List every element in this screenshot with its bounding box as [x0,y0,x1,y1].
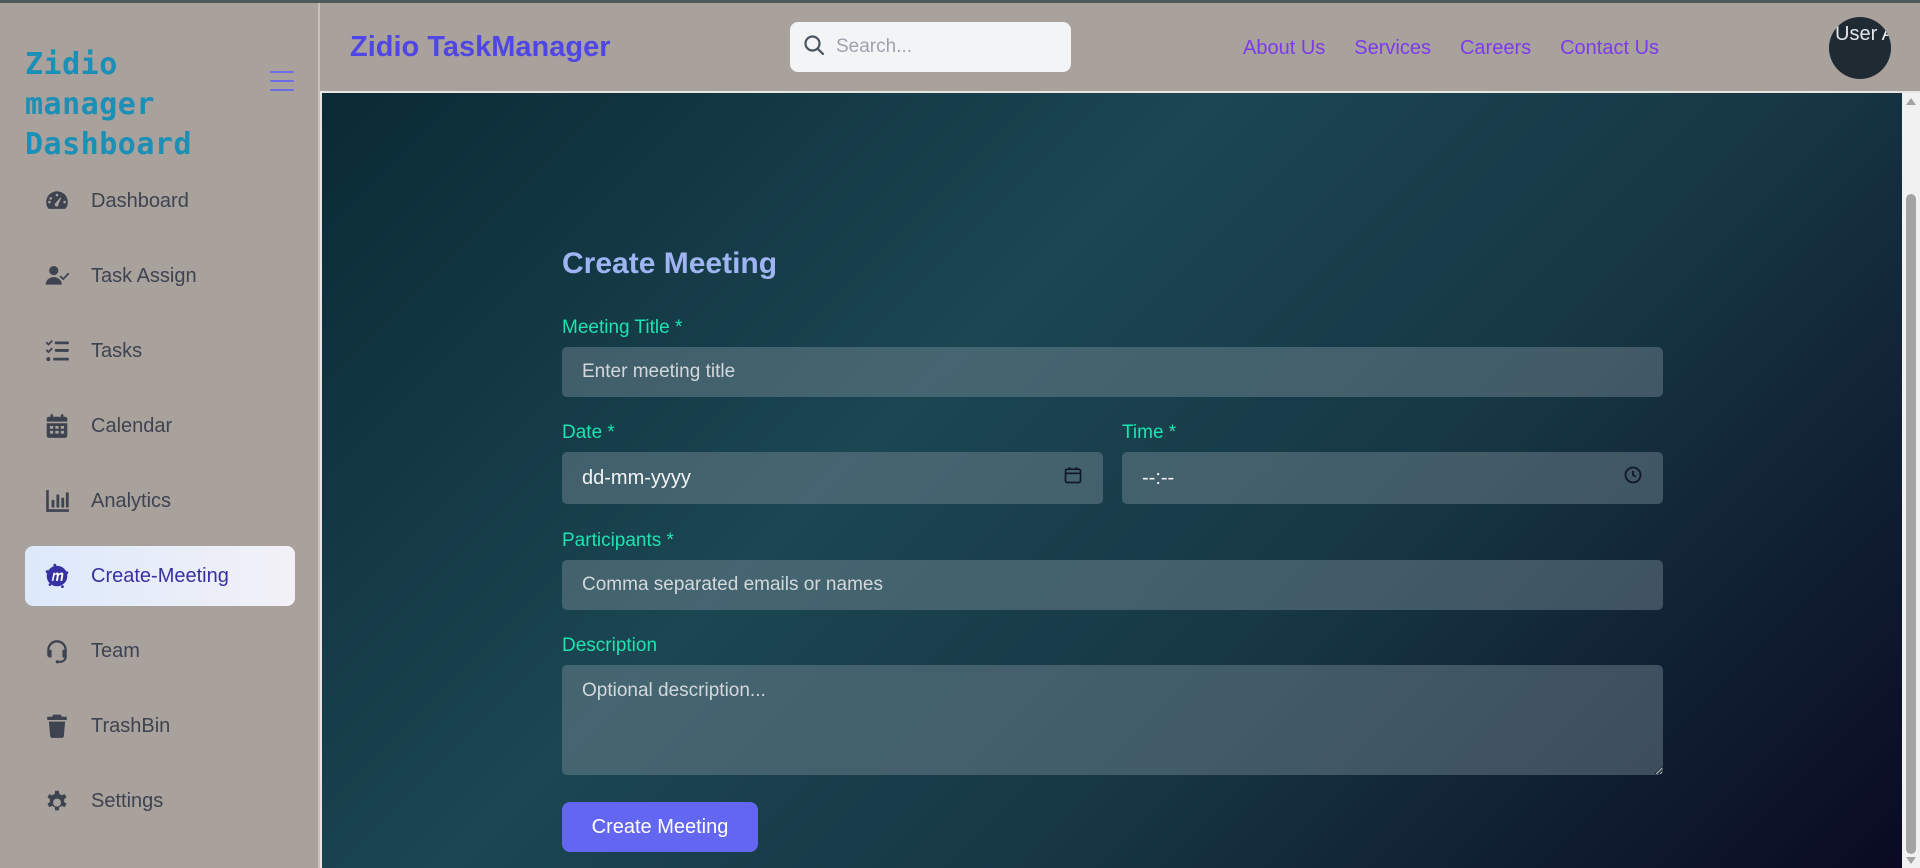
main-content: Create Meeting Meeting Title * Date * dd… [320,93,1902,868]
scroll-down-arrow-icon[interactable] [1906,857,1916,864]
create-meeting-button[interactable]: Create Meeting [562,802,758,852]
search-icon [802,33,826,62]
sidebar-item-calendar[interactable]: Calendar [25,396,295,456]
gear-icon [43,787,71,815]
date-value: dd-mm-yyyy [582,466,691,489]
top-nav: About Us Services Careers Contact Us [1243,37,1659,60]
date-label: Date * [562,422,615,443]
sidebar-item-settings[interactable]: Settings [25,771,295,831]
time-value: --:-- [1142,466,1175,489]
sidebar-item-label: Analytics [91,489,172,512]
menu-toggle-icon[interactable] [270,71,294,91]
time-label: Time * [1122,422,1177,443]
avatar[interactable]: User Avatar [1829,17,1891,79]
participants-input[interactable] [562,560,1663,610]
scrollbar[interactable] [1902,93,1920,868]
form-title: Create Meeting [562,247,778,280]
trash-icon [43,712,71,740]
gauge-icon [43,187,71,215]
sidebar-item-analytics[interactable]: Analytics [25,471,295,531]
list-check-icon [43,337,71,365]
sidebar-item-create-meeting[interactable]: Create-Meeting [25,546,295,606]
sidebar-item-trashbin[interactable]: TrashBin [25,696,295,756]
nav-link-contact-us[interactable]: Contact Us [1560,37,1659,60]
time-input[interactable]: --:-- [1122,452,1663,504]
clock-icon[interactable] [1623,465,1643,491]
brand-line-1: Zidio manager [25,47,155,122]
meeting-title-label: Meeting Title * [562,317,683,338]
sidebar-brand: Zidio manager Dashboard [25,45,265,165]
description-textarea[interactable] [562,665,1663,775]
sidebar-item-label: Create-Meeting [91,564,229,587]
sidebar-item-label: Team [91,639,140,662]
description-label: Description [562,635,658,656]
sidebar-item-dashboard[interactable]: Dashboard [25,171,295,231]
search-box[interactable] [790,22,1071,72]
calendar-icon [43,412,71,440]
calendar-picker-icon[interactable] [1063,465,1083,491]
meeting-title-input[interactable] [562,347,1663,397]
meetup-icon [43,562,71,590]
bar-chart-icon [43,487,71,515]
top-header: Zidio TaskManager About Us Services Care… [320,3,1920,93]
sidebar-item-label: Calendar [91,414,173,437]
nav-link-about-us[interactable]: About Us [1243,37,1325,60]
sidebar-item-label: Dashboard [91,189,189,212]
sidebar-nav: Dashboard Task Assign Tasks Calendar Ana… [25,171,295,846]
sidebar-item-label: Tasks [91,339,143,362]
sidebar-item-task-assign[interactable]: Task Assign [25,246,295,306]
brand-line-2: Dashboard [25,127,193,162]
sidebar-item-label: Task Assign [91,264,197,287]
sidebar-item-label: Settings [91,789,164,812]
user-check-icon [43,262,71,290]
nav-link-careers[interactable]: Careers [1460,37,1531,60]
search-input[interactable] [836,36,1056,58]
app-title: Zidio TaskManager [350,31,611,63]
scrollbar-thumb[interactable] [1906,194,1916,854]
nav-link-services[interactable]: Services [1354,37,1431,60]
sidebar-item-tasks[interactable]: Tasks [25,321,295,381]
sidebar-item-team[interactable]: Team [25,621,295,681]
date-input[interactable]: dd-mm-yyyy [562,452,1103,504]
scroll-up-arrow-icon[interactable] [1906,98,1916,105]
sidebar: Zidio manager Dashboard Dashboard Task A… [0,3,320,868]
sidebar-item-label: TrashBin [91,714,171,737]
headset-icon [43,637,71,665]
participants-label: Participants * [562,530,674,551]
